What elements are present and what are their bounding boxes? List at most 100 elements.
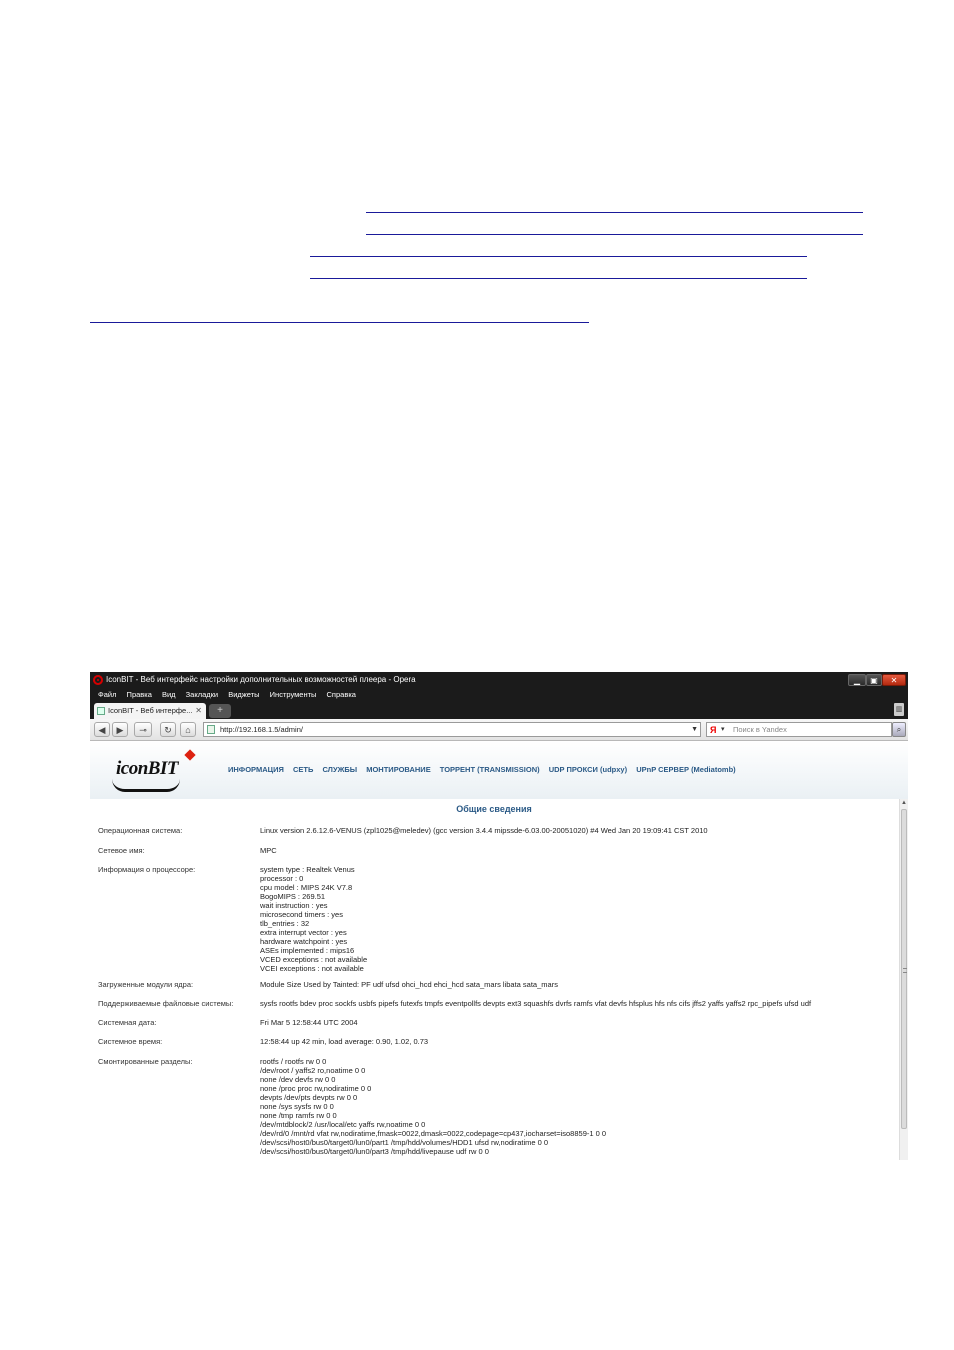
menu-tools[interactable]: Инструменты <box>270 690 317 699</box>
value-line: Fri Mar 5 12:58:44 UTC 2004 <box>260 1018 358 1027</box>
value-line: devpts /dev/pts devpts rw 0 0 <box>260 1093 358 1102</box>
page-favicon-icon <box>97 707 105 715</box>
nav-info[interactable]: ИНФОРМАЦИЯ <box>228 765 284 774</box>
address-text: http://192.168.1.5/admin/ <box>220 725 303 734</box>
page-viewport: iconBIT ИНФОРМАЦИЯ СЕТЬ СЛУЖБЫ МОНТИРОВА… <box>90 741 908 1160</box>
tab-label: IconBIT - Веб интерфе... <box>108 706 193 715</box>
maximize-button[interactable]: ▣ <box>866 674 882 686</box>
opera-logo-icon <box>93 675 103 685</box>
value-line: ASEs implemented : mips16 <box>260 946 355 955</box>
value-line: sysfs rootfs bdev proc sockfs usbfs pipe… <box>260 999 812 1008</box>
scrollbar-thumb[interactable] <box>901 809 907 1129</box>
row-value: rootfs / rootfs rw 0 0/dev/root / yaffs2… <box>260 1057 606 1156</box>
row-value: MPC <box>260 846 277 855</box>
tab-close-icon[interactable]: ✕ <box>195 703 202 719</box>
trash-icon[interactable]: ▥ <box>894 703 904 716</box>
value-line: /dev/mtdblock/2 /usr/local/etc yaffs rw,… <box>260 1120 426 1129</box>
document-rule-4 <box>310 278 807 279</box>
document-rule-5 <box>90 322 589 323</box>
scroll-grip-icon <box>903 968 907 973</box>
page-icon <box>207 725 215 734</box>
value-line: /dev/rd/0 /mnt/rd vfat rw,nodiratime,fma… <box>260 1129 607 1138</box>
minimize-button[interactable]: ▁ <box>848 674 866 686</box>
nav-udp-proxy[interactable]: UDP ПРОКСИ (udpxy) <box>549 765 627 774</box>
home-button[interactable]: ⌂ <box>180 722 196 737</box>
close-button[interactable]: ✕ <box>882 674 906 686</box>
search-placeholder: Поиск в Yandex <box>733 725 787 734</box>
row-label: Поддерживаемые файловые системы: <box>98 999 234 1008</box>
iconbit-logo[interactable]: iconBIT <box>112 749 212 795</box>
reload-button[interactable]: ↻ <box>160 722 176 737</box>
main-navigation: ИНФОРМАЦИЯ СЕТЬ СЛУЖБЫ МОНТИРОВАНИЕ ТОРР… <box>228 765 743 774</box>
yandex-icon: Я <box>710 725 717 735</box>
value-line: none /sys sysfs rw 0 0 <box>260 1102 334 1111</box>
value-line: rootfs / rootfs rw 0 0 <box>260 1057 327 1066</box>
value-line: VCED exceptions : not available <box>260 955 368 964</box>
menu-help[interactable]: Справка <box>327 690 356 699</box>
value-line: processor : 0 <box>260 874 304 883</box>
row-value: Fri Mar 5 12:58:44 UTC 2004 <box>260 1018 358 1027</box>
key-icon[interactable]: ⊸ <box>134 722 152 737</box>
menu-edit[interactable]: Правка <box>127 690 152 699</box>
value-line: /dev/scsi/host0/bus0/target0/lun0/part3 … <box>260 1147 489 1156</box>
back-button[interactable]: ◀ <box>94 722 110 737</box>
menu-bookmarks[interactable]: Закладки <box>186 690 218 699</box>
value-line: wait instruction : yes <box>260 901 328 910</box>
document-rule-3 <box>310 256 807 257</box>
logo-swoosh-icon <box>112 779 180 792</box>
menu-widgets[interactable]: Виджеты <box>228 690 259 699</box>
document-rule-2 <box>366 234 863 235</box>
tab-iconbit[interactable]: IconBIT - Веб интерфе... ✕ <box>94 703 206 719</box>
row-label: Информация о процессоре: <box>98 865 196 874</box>
search-field[interactable]: Я ▾ Поиск в Yandex <box>706 722 892 737</box>
search-engine-chevron-icon[interactable]: ▾ <box>721 723 725 737</box>
row-label: Сетевое имя: <box>98 846 145 855</box>
value-line: tlb_entries : 32 <box>260 919 310 928</box>
navigation-toolbar: ◀ ▶ ⊸ ↻ ⌂ http://192.168.1.5/admin/ ▼ Я … <box>90 719 908 741</box>
value-line: BogoMIPS : 269.51 <box>260 892 326 901</box>
value-line: none /tmp ramfs rw 0 0 <box>260 1111 337 1120</box>
value-line: hardware watchpoint : yes <box>260 937 348 946</box>
row-value: Module Size Used by Tainted: PF udf ufsd… <box>260 980 558 989</box>
value-line: extra interrupt vector : yes <box>260 928 347 937</box>
tab-bar: IconBIT - Веб интерфе... ✕ + ▥ <box>90 701 908 719</box>
nav-upnp-server[interactable]: UPnP СЕРВЕР (Mediatomb) <box>636 765 735 774</box>
value-line: /dev/scsi/host0/bus0/target0/lun0/part1 … <box>260 1138 549 1147</box>
value-line: /dev/root / yaffs2 ro,noatime 0 0 <box>260 1066 366 1075</box>
nav-services[interactable]: СЛУЖБЫ <box>322 765 357 774</box>
value-line: none /dev devfs rw 0 0 <box>260 1075 336 1084</box>
section-title: Общие сведения <box>456 804 532 814</box>
menu-view[interactable]: Вид <box>162 690 176 699</box>
row-value: Linux version 2.6.12.6-VENUS (zpl1025@me… <box>260 826 708 835</box>
forward-button[interactable]: ▶ <box>112 722 128 737</box>
value-line: microsecond timers : yes <box>260 910 343 919</box>
row-label: Операционная система: <box>98 826 183 835</box>
vertical-scrollbar[interactable]: ▲ <box>899 799 908 1160</box>
nav-network[interactable]: СЕТЬ <box>293 765 313 774</box>
row-label: Смонтированные разделы: <box>98 1057 193 1066</box>
search-button[interactable]: ⌕ <box>892 722 906 737</box>
value-line: Module Size Used by Tainted: PF udf ufsd… <box>260 980 558 989</box>
nav-mount[interactable]: МОНТИРОВАНИЕ <box>366 765 430 774</box>
value-line: none /proc proc rw,nodiratime 0 0 <box>260 1084 372 1093</box>
value-line: MPC <box>260 846 277 855</box>
value-line: 12:58:44 up 42 min, load average: 0.90, … <box>260 1037 429 1046</box>
nav-torrent[interactable]: ТОРРЕНТ (TRANSMISSION) <box>440 765 540 774</box>
address-bar[interactable]: http://192.168.1.5/admin/ ▼ <box>203 722 701 737</box>
scroll-up-icon[interactable]: ▲ <box>900 799 908 808</box>
chevron-down-icon[interactable]: ▼ <box>691 723 698 737</box>
logo-diamond-icon <box>184 749 196 761</box>
row-label: Системная дата: <box>98 1018 157 1027</box>
document-rule-1 <box>366 212 863 213</box>
new-tab-button[interactable]: + <box>209 704 231 718</box>
window-title: IconBIT - Веб интерфейс настройки дополн… <box>106 675 416 684</box>
value-line: system type : Realtek Venus <box>260 865 355 874</box>
logo-text: iconBIT <box>116 758 178 779</box>
browser-window: IconBIT - Веб интерфейс настройки дополн… <box>90 672 908 1160</box>
value-line: cpu model : MIPS 24K V7.8 <box>260 883 353 892</box>
title-bar: IconBIT - Веб интерфейс настройки дополн… <box>90 672 908 688</box>
menu-file[interactable]: Файл <box>98 690 116 699</box>
value-line: Linux version 2.6.12.6-VENUS (zpl1025@me… <box>260 826 708 835</box>
row-value: 12:58:44 up 42 min, load average: 0.90, … <box>260 1037 428 1046</box>
value-line: VCEI exceptions : not available <box>260 964 364 973</box>
